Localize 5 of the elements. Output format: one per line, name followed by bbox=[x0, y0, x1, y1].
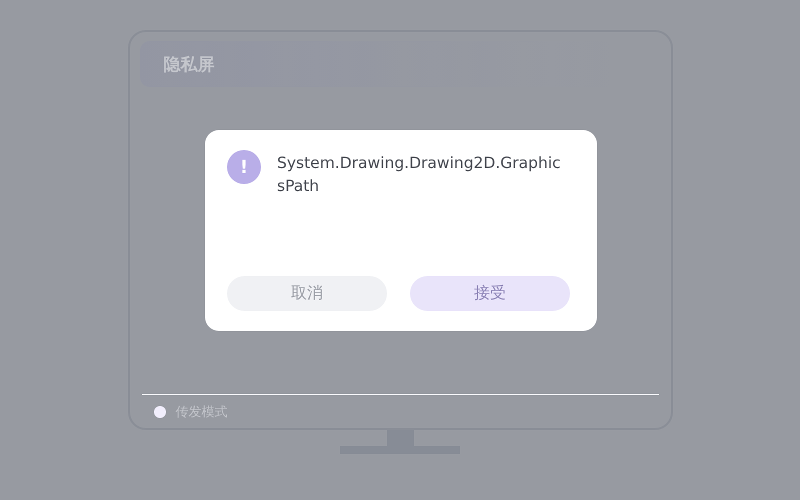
cancel-button[interactable]: 取消 bbox=[227, 276, 387, 311]
accept-button[interactable]: 接受 bbox=[410, 276, 570, 311]
mode-indicator[interactable] bbox=[154, 406, 166, 418]
warning-icon: ! bbox=[227, 150, 261, 184]
dialog-message: System.Drawing.Drawing2D.GraphicsPath bbox=[277, 153, 562, 197]
